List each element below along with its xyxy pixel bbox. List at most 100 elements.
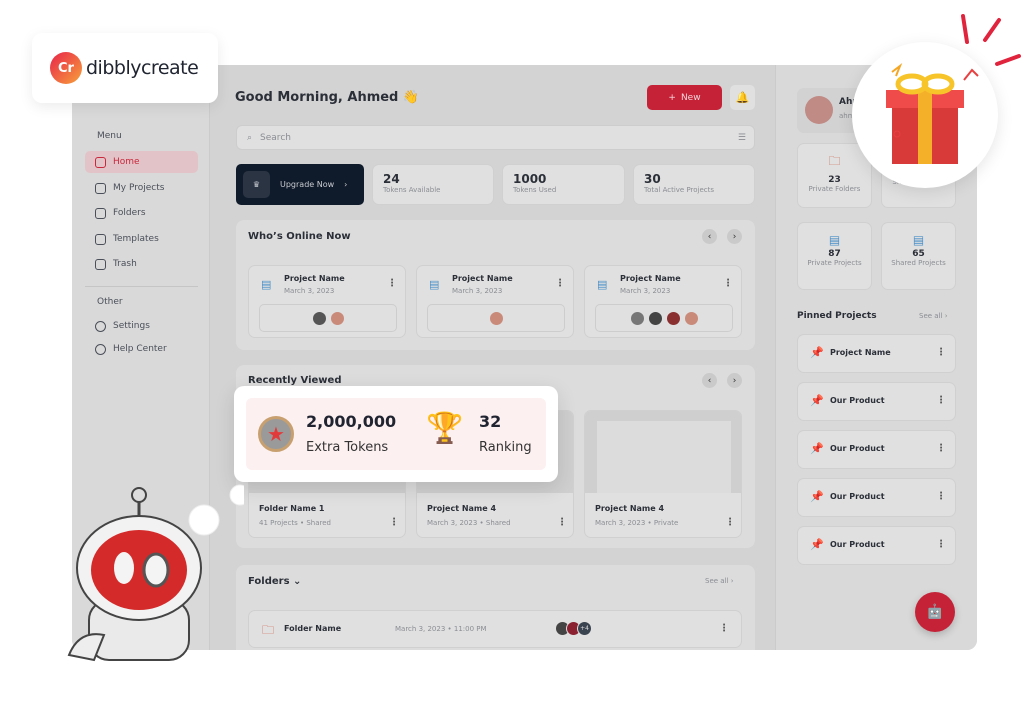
stat-value: 65 xyxy=(912,249,925,259)
robot-mascot xyxy=(67,484,244,662)
see-all-label: See all xyxy=(919,312,943,320)
folder-row[interactable]: 🗀 Folder Name March 3, 2023 • 11:00 PM +4 ⋮ xyxy=(248,610,742,648)
avatar xyxy=(647,310,663,326)
confetti-lines xyxy=(961,14,1021,66)
sidebar-item-settings[interactable]: Settings xyxy=(85,315,198,337)
project-name: Project Name xyxy=(620,274,681,283)
clipboard-icon: ▤ xyxy=(597,278,608,291)
stat-label: Total Active Projects xyxy=(644,186,715,194)
clipboard-icon: ▤ xyxy=(261,278,272,291)
pinned-project-name: Our Product xyxy=(830,396,885,405)
folder-icon xyxy=(95,207,106,219)
new-button[interactable]: + New xyxy=(647,85,722,110)
more-icon[interactable]: ⋮ xyxy=(723,278,733,289)
assistant-bot-button[interactable]: 🤖 xyxy=(915,592,955,632)
more-icon[interactable]: ⋮ xyxy=(725,517,735,528)
card-title: Project Name 4 xyxy=(595,504,665,513)
filter-icon[interactable]: ☰ xyxy=(738,133,746,143)
more-icon[interactable]: ⋮ xyxy=(936,539,946,550)
card-tag: Shared xyxy=(485,519,511,527)
more-icon[interactable]: ⋮ xyxy=(936,491,946,502)
card-tag: Private xyxy=(653,519,679,527)
gear-icon xyxy=(95,320,106,332)
prev-arrow[interactable]: ‹ xyxy=(702,373,717,388)
search-placeholder: Search xyxy=(260,132,291,143)
avatar-group: +4 xyxy=(555,621,592,636)
logo-mark: Cr xyxy=(50,52,82,84)
online-project-card[interactable]: ▤ Project Name March 3, 2023 ⋮ xyxy=(416,265,574,338)
more-icon[interactable]: ⋮ xyxy=(389,517,399,528)
see-all-link[interactable]: See all › xyxy=(705,577,734,585)
more-avatars-badge: +4 xyxy=(577,621,592,636)
see-all-link[interactable]: See all › xyxy=(919,312,948,320)
search-input[interactable]: ⌕ Search ☰ xyxy=(236,125,755,150)
avatar xyxy=(329,310,345,326)
folder-name: Folder Name xyxy=(284,624,342,633)
sidebar-item-label: Help Center xyxy=(113,344,167,354)
plus-icon: + xyxy=(668,92,676,103)
pinned-project-item[interactable]: 📌 Our Product ⋮ xyxy=(797,382,956,421)
rewards-popup: ★ 2,000,000 Extra Tokens 🏆 32 Ranking xyxy=(234,386,558,482)
chevron-down-icon: ⌄ xyxy=(293,576,302,587)
project-date: March 3, 2023 xyxy=(620,287,671,295)
pinned-project-name: Our Product xyxy=(830,444,885,453)
prev-arrow[interactable]: ‹ xyxy=(702,229,717,244)
card-meta: 41 Projects xyxy=(259,519,298,527)
extra-tokens-value: 2,000,000 xyxy=(306,412,397,431)
ranking-value: 32 xyxy=(479,412,502,431)
stat-card: 30 Total Active Projects xyxy=(633,164,755,205)
upgrade-now-button[interactable]: ♛ Upgrade Now › xyxy=(236,164,364,205)
card-title: Project Name 4 xyxy=(427,504,497,513)
sidebar-item-label: Trash xyxy=(113,259,137,269)
menu-label: Menu xyxy=(97,131,122,141)
next-arrow[interactable]: › xyxy=(727,229,742,244)
pinned-project-item[interactable]: 📌 Our Product ⋮ xyxy=(797,526,956,565)
see-all-label: See all xyxy=(705,577,729,585)
card-meta: March 3, 2023 xyxy=(427,519,478,527)
stat-tile: ▤ 65 Shared Projects xyxy=(881,222,956,290)
online-project-card[interactable]: ▤ Project Name March 3, 2023 ⋮ xyxy=(248,265,406,338)
shared-clipboard-icon: ▤ xyxy=(912,233,925,247)
next-arrow[interactable]: › xyxy=(727,373,742,388)
project-name: Project Name xyxy=(284,274,345,283)
extra-tokens-label: Extra Tokens xyxy=(306,440,389,455)
thumbnail-preview xyxy=(597,421,731,493)
sidebar-item-home[interactable]: Home xyxy=(85,151,198,173)
more-icon[interactable]: ⋮ xyxy=(936,395,946,406)
pinned-project-item[interactable]: 📌 Project Name ⋮ xyxy=(797,334,956,373)
bell-icon[interactable]: 🔔 xyxy=(730,85,755,110)
card-title: Folder Name 1 xyxy=(259,504,325,513)
stat-card: 24 Tokens Available xyxy=(372,164,494,205)
section-title: Who’s Online Now xyxy=(248,231,351,242)
more-icon[interactable]: ⋮ xyxy=(557,517,567,528)
pinned-project-item[interactable]: 📌 Our Product ⋮ xyxy=(797,478,956,517)
stat-value: 1000 xyxy=(513,172,547,186)
more-icon[interactable]: ⋮ xyxy=(719,623,729,634)
stat-value: 30 xyxy=(644,172,661,186)
sidebar-item-help-center[interactable]: Help Center xyxy=(85,338,198,360)
stat-label: Shared Projects xyxy=(891,259,946,267)
sidebar-item-folders[interactable]: Folders xyxy=(85,202,198,224)
online-project-card[interactable]: ▤ Project Name March 3, 2023 ⋮ xyxy=(584,265,742,338)
sidebar-item-templates[interactable]: Templates xyxy=(85,228,198,250)
trash-icon xyxy=(95,258,106,270)
more-icon[interactable]: ⋮ xyxy=(387,278,397,289)
divider xyxy=(85,286,198,287)
more-icon[interactable]: ⋮ xyxy=(936,443,946,454)
folders-dropdown[interactable]: Folders ⌄ xyxy=(248,576,301,587)
pinned-project-item[interactable]: 📌 Our Product ⋮ xyxy=(797,430,956,469)
stat-label: Tokens Available xyxy=(383,186,441,194)
avatar xyxy=(311,310,327,326)
recent-card[interactable]: Project Name 4 March 3, 2023 • Private ⋮ xyxy=(584,410,742,538)
ranking-label: Ranking xyxy=(479,440,532,455)
whos-online-panel: Who’s Online Now ‹ › ▤ Project Name March … xyxy=(236,220,755,350)
avatar xyxy=(683,310,699,326)
more-icon[interactable]: ⋮ xyxy=(936,347,946,358)
brand-logo: Cr dibblycreate xyxy=(32,33,218,103)
avatar xyxy=(488,310,504,326)
chevron-right-icon: › xyxy=(344,180,348,189)
sidebar-item-my-projects[interactable]: My Projects xyxy=(85,177,198,199)
more-icon[interactable]: ⋮ xyxy=(555,278,565,289)
sidebar-item-trash[interactable]: Trash xyxy=(85,253,198,275)
pin-icon: 📌 xyxy=(810,346,824,359)
